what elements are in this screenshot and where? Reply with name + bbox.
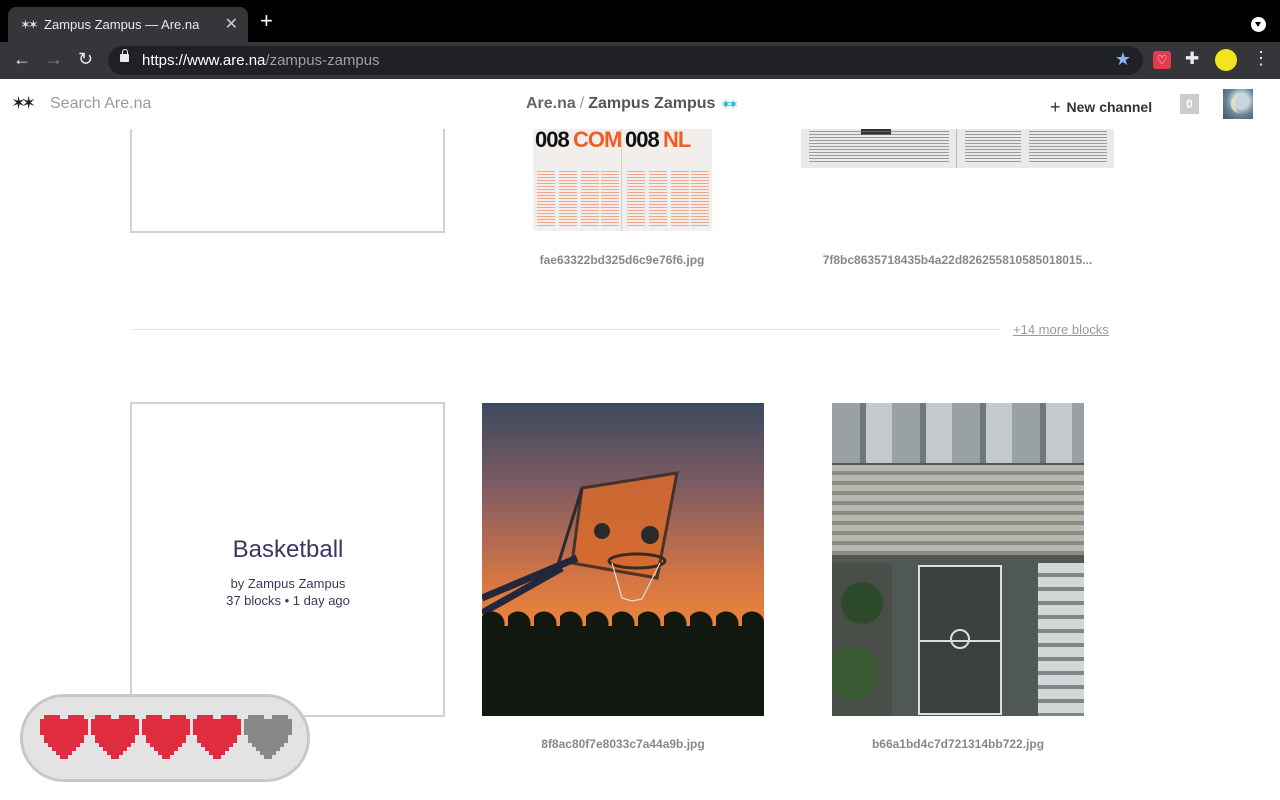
url-path: /zampus-zampus — [265, 52, 380, 69]
building — [1038, 563, 1084, 716]
heart-icon — [40, 715, 88, 759]
spread-gutter — [621, 127, 622, 231]
rooftops — [832, 403, 1084, 463]
heart-icon — [244, 715, 292, 759]
magazine-headline: 008 — [535, 127, 570, 152]
magazine-headline: 008 — [625, 127, 660, 152]
text-column — [559, 171, 577, 226]
new-channel-label: New channel — [1066, 99, 1153, 115]
search-input[interactable]: Search Are.na — [50, 95, 151, 113]
arena-favicon-icon: ✶✶ — [20, 17, 39, 32]
text-lines — [1029, 131, 1107, 163]
text-column — [627, 171, 645, 226]
bookmark-star-icon[interactable]: ★ — [1115, 49, 1131, 70]
image-block-text-spread[interactable] — [801, 127, 1114, 168]
premium-spark-icon: ✶✶ — [721, 99, 738, 111]
breadcrumb: Are.na / Zampus Zampus ✶✶ — [526, 95, 738, 113]
trees — [832, 563, 892, 716]
user-avatar[interactable] — [1223, 89, 1253, 119]
magazine-headline: NL — [663, 127, 691, 152]
url-text[interactable]: https://www.are.na/zampus-zampus — [142, 52, 380, 69]
street — [832, 465, 1084, 555]
text-column — [671, 171, 689, 226]
browser-menu-icon[interactable]: ⋮ — [1252, 48, 1270, 69]
spread-gutter — [956, 127, 957, 168]
image-block-basketball-hoop[interactable] — [482, 403, 764, 716]
text-lines — [809, 131, 949, 163]
heart-icon — [193, 715, 241, 759]
arena-logo-icon[interactable]: ✶✶ — [11, 93, 36, 114]
heart-icon — [91, 715, 139, 759]
tab-search-icon[interactable] — [1251, 17, 1266, 32]
image-block-aerial-court[interactable] — [832, 403, 1084, 716]
browser-toolbar: ← → ↻ https://www.are.na/zampus-zampus ★ — [0, 42, 1280, 79]
channel-author: by Zampus Zampus — [230, 576, 346, 591]
back-icon[interactable]: ← — [13, 49, 31, 70]
text-column — [581, 171, 599, 226]
extension-heart-icon[interactable]: ♡ — [1153, 51, 1171, 69]
text-lines — [965, 131, 1021, 163]
url-host: https://www.are.na — [142, 52, 266, 69]
breadcrumb-current-link[interactable]: Zampus Zampus — [588, 95, 715, 112]
reload-icon[interactable]: ↻ — [78, 49, 93, 70]
profile-avatar[interactable] — [1215, 49, 1237, 71]
browser-tabbar: ✶✶ Zampus Zampus — Are.na ✕ + — [0, 0, 1280, 42]
new-channel-button[interactable]: + New channel — [1050, 96, 1152, 117]
address-bar[interactable]: https://www.are.na/zampus-zampus ★ — [108, 46, 1143, 75]
plus-icon: + — [1050, 97, 1061, 117]
browser-tab[interactable]: ✶✶ Zampus Zampus — Are.na ✕ — [8, 7, 248, 42]
channel-title[interactable]: Basketball — [132, 536, 444, 564]
block-caption[interactable]: fae63322bd325d6c9e76f6.jpg — [522, 253, 722, 267]
notification-count-badge[interactable]: 0 — [1180, 94, 1199, 114]
text-column — [649, 171, 667, 226]
more-blocks-link[interactable]: +14 more blocks — [1013, 322, 1109, 337]
magazine-headline: COM — [573, 127, 622, 152]
text-column — [537, 171, 555, 226]
section-divider — [130, 329, 1000, 330]
breadcrumb-separator: / — [579, 95, 585, 112]
breadcrumb-root-link[interactable]: Are.na — [526, 95, 576, 112]
close-tab-icon[interactable]: ✕ — [225, 14, 238, 34]
forward-icon[interactable]: → — [45, 49, 63, 70]
tab-title: Zampus Zampus — Are.na — [44, 17, 200, 32]
basketball-court — [918, 565, 1002, 715]
channel-card-basketball[interactable]: Basketball by Zampus Zampus 37 blocks • … — [130, 402, 445, 717]
text-column — [601, 171, 619, 226]
block-caption[interactable]: 8f8ac80f7e8033c7a44a9b.jpg — [482, 737, 764, 751]
block-caption[interactable]: b66a1bd4c7d721314bb722.jpg — [832, 737, 1084, 751]
heart-icon — [142, 715, 190, 759]
lock-icon[interactable] — [120, 49, 129, 62]
channel-meta: 37 blocks • 1 day ago — [226, 593, 350, 608]
tree-silhouette — [482, 604, 764, 716]
text-column — [691, 171, 709, 226]
hearts-widget[interactable] — [20, 694, 310, 782]
channel-content: 008 COM 008 NL fae63322bd325d6c9e76f6.jp… — [0, 79, 1280, 800]
block-caption[interactable]: 7f8bc8635718435b4a22d826255810585018015.… — [800, 253, 1115, 267]
new-tab-button[interactable]: + — [260, 10, 273, 32]
image-block-magazine[interactable]: 008 COM 008 NL — [533, 127, 712, 231]
extensions-puzzle-icon[interactable]: ✚ — [1185, 49, 1199, 69]
site-header: ✶✶ Search Are.na Are.na / Zampus Zampus ✶✶ … — [0, 79, 1280, 129]
